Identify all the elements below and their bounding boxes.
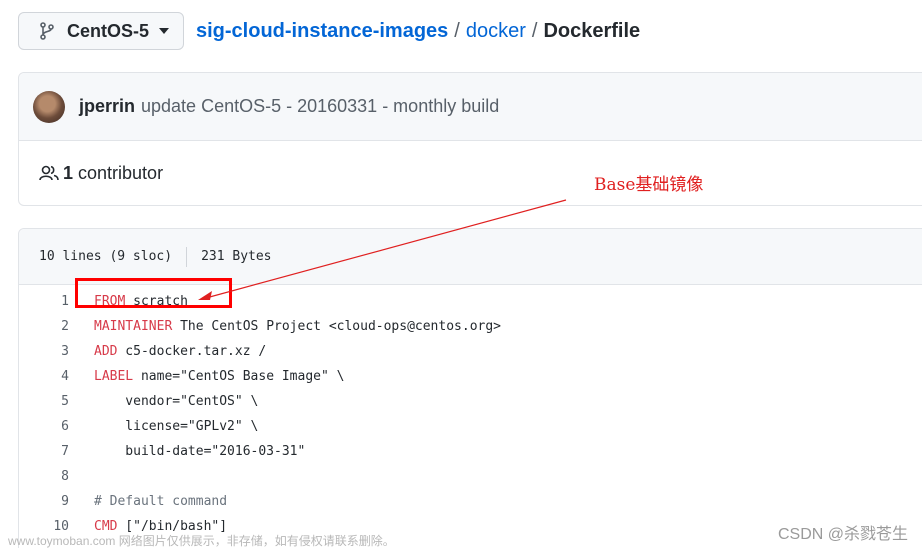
- latest-commit-row: jperrin update CentOS-5 - 20160331 - mon…: [19, 73, 922, 141]
- code-line: 2 MAINTAINER The CentOS Project <cloud-op…: [19, 314, 922, 339]
- line-number[interactable]: 6: [19, 419, 94, 434]
- code-keyword: ADD: [94, 344, 118, 359]
- watermark-left: www.toymoban.com 网络图片仅供展示，非存储，如有侵权请联系删除。: [8, 534, 395, 548]
- annotation-highlight-box: [75, 278, 232, 308]
- breadcrumb-dir-link[interactable]: docker: [466, 20, 526, 42]
- file-lines-info: 10 lines (9 sloc): [39, 249, 173, 264]
- caret-down-icon: [159, 28, 170, 34]
- line-number[interactable]: 5: [19, 394, 94, 409]
- annotation-label: Base基础镜像: [594, 175, 704, 195]
- line-number[interactable]: 4: [19, 369, 94, 384]
- line-number[interactable]: 9: [19, 494, 94, 509]
- line-number[interactable]: 3: [19, 344, 94, 359]
- line-number[interactable]: 2: [19, 319, 94, 334]
- file-info-header: 10 lines (9 sloc) 231 Bytes: [19, 229, 922, 285]
- code-comment: # Default command: [94, 494, 228, 509]
- code-keyword: LABEL: [94, 369, 134, 384]
- code-line: 5 vendor="CentOS" \: [19, 389, 922, 414]
- code-text: build-date="2016-03-31": [94, 444, 306, 459]
- contributor-label: contributor: [78, 162, 164, 183]
- contributors-row[interactable]: 1 contributor: [19, 141, 922, 205]
- commit-info-box: jperrin update CentOS-5 - 20160331 - mon…: [18, 72, 922, 206]
- breadcrumb-separator: /: [531, 20, 538, 42]
- avatar[interactable]: [33, 90, 65, 123]
- git-branch-icon: [40, 22, 54, 40]
- code-line: 7 build-date="2016-03-31": [19, 439, 922, 464]
- code-block: 1 FROM scratch 2 MAINTAINER The CentOS Pro…: [19, 285, 922, 539]
- people-icon: [39, 165, 59, 181]
- commit-message-link[interactable]: update CentOS-5 - 20160331 - monthly bui…: [141, 96, 499, 117]
- header-divider: [186, 246, 188, 267]
- breadcrumb-file: Dockerfile: [543, 20, 641, 42]
- code-line: 8: [19, 464, 922, 489]
- code-text: vendor="CentOS" \: [94, 394, 259, 409]
- code-keyword: MAINTAINER: [94, 319, 173, 334]
- breadcrumb-repo-link[interactable]: sig-cloud-instance-images: [196, 20, 448, 42]
- code-text: license="GPLv2" \: [94, 419, 259, 434]
- file-size-info: 231 Bytes: [201, 249, 272, 264]
- watermark-right: CSDN @杀戮苍生: [777, 526, 908, 543]
- branch-select-button[interactable]: CentOS-5: [18, 12, 184, 50]
- code-line: 6 license="GPLv2" \: [19, 414, 922, 439]
- contributor-count: 1: [63, 162, 74, 183]
- code-line: 4 LABEL name="CentOS Base Image" \: [19, 364, 922, 389]
- line-number[interactable]: 8: [19, 469, 94, 484]
- code-text: name="CentOS Base Image" \: [133, 369, 345, 384]
- breadcrumb-separator: /: [454, 20, 460, 42]
- branch-label: CentOS-5: [67, 20, 150, 41]
- commit-author-link[interactable]: jperrin: [79, 96, 135, 117]
- file-viewer: 10 lines (9 sloc) 231 Bytes 1 FROM scratc…: [18, 228, 922, 548]
- line-number[interactable]: 7: [19, 444, 94, 459]
- code-line: 3 ADD c5-docker.tar.xz /: [19, 339, 922, 364]
- breadcrumb: sig-cloud-instance-images / docker / Dockerf…: [196, 20, 640, 43]
- code-text: The CentOS Project <cloud-ops@centos.org…: [172, 319, 502, 334]
- code-text: c5-docker.tar.xz /: [117, 344, 267, 359]
- code-line: 9 # Default command: [19, 489, 922, 514]
